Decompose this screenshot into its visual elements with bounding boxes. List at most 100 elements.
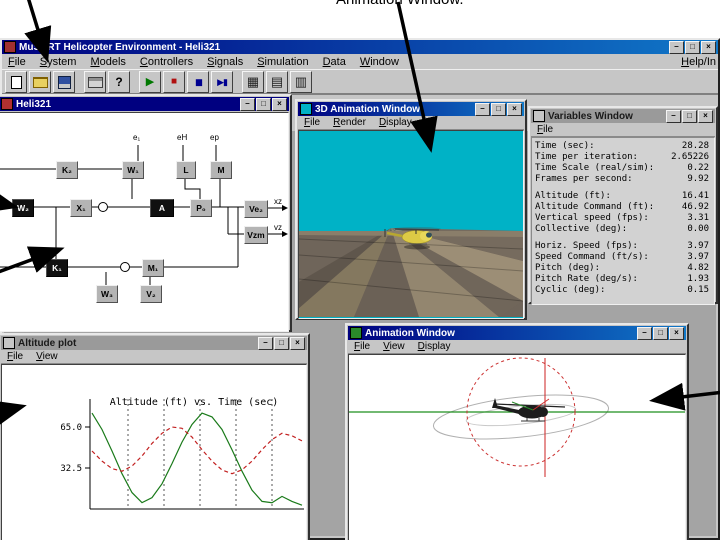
variable-value: 0.00	[687, 224, 709, 234]
block-P0[interactable]: P₀	[190, 199, 212, 217]
heli321-window-icon	[1, 98, 13, 110]
variable-row: Frames per second: 9.92	[532, 174, 714, 185]
grid-view-button[interactable]: ▤	[266, 71, 288, 93]
minimize-button[interactable]: –	[475, 102, 490, 116]
open-folder-button[interactable]	[29, 71, 51, 93]
main-toolbar: ? ▶ ■ ▮▮ ▶▮ ▦ ▤ ▥	[2, 69, 718, 94]
menu-signals[interactable]: Signals	[207, 56, 243, 68]
block-V2[interactable]: V₂	[140, 285, 162, 303]
maximize-button[interactable]: □	[685, 40, 700, 54]
variable-value: 16.41	[681, 191, 709, 201]
maximize-button[interactable]: □	[491, 102, 506, 116]
menu-data[interactable]: Data	[323, 56, 346, 68]
variable-row: Altitude (ft): 16.41	[532, 191, 714, 202]
menu-file[interactable]: File	[354, 341, 370, 352]
maximize-button[interactable]: □	[682, 109, 697, 123]
variable-row: Vertical speed (fps): 3.31	[532, 213, 714, 224]
menu-controllers[interactable]: Controllers	[140, 56, 193, 68]
minimize-button[interactable]: –	[637, 326, 652, 340]
variable-label: Altitude Command (ft):	[535, 202, 655, 212]
menu-models[interactable]: Models	[90, 56, 125, 68]
stop-button[interactable]: ■	[163, 71, 185, 93]
new-file-button[interactable]	[5, 71, 27, 93]
variable-value: 3.97	[687, 252, 709, 262]
animation-menubar: File View Display	[348, 340, 686, 354]
minimize-button[interactable]: –	[666, 109, 681, 123]
block-K1[interactable]: K₁	[46, 259, 68, 277]
menu-file[interactable]: File	[537, 124, 553, 135]
menu-file[interactable]: File	[304, 117, 320, 128]
variable-value: 4.82	[687, 263, 709, 273]
block-W1[interactable]: W₁	[122, 161, 144, 179]
block-Ve2[interactable]: Ve₂	[244, 200, 268, 218]
menu-system[interactable]: System	[40, 56, 77, 68]
3d-view-canvas[interactable]	[298, 130, 524, 319]
print-button[interactable]	[84, 71, 106, 93]
open-folder-icon	[32, 76, 48, 88]
menu-view[interactable]: View	[36, 351, 58, 362]
variable-label: Pitch (deg):	[535, 263, 601, 273]
altitude-plot-titlebar[interactable]: Altitude plot – □ ×	[1, 336, 307, 350]
heli-diagram-canvas[interactable]: e₁ eH ep K₂ W₁ L M W₂ X₁ A P₀ Ve₂ Vzm K₁…	[0, 112, 289, 332]
minimize-button[interactable]: –	[240, 97, 255, 111]
3d-animation-titlebar[interactable]: 3D Animation Window – □ ×	[298, 102, 524, 116]
animation-view-canvas[interactable]	[348, 354, 686, 540]
minimize-button[interactable]: –	[258, 336, 273, 350]
minimize-button[interactable]: –	[669, 40, 684, 54]
maximize-button[interactable]: □	[653, 326, 668, 340]
block-Vzm[interactable]: Vzm	[244, 226, 268, 244]
variables-title: Variables Window	[548, 110, 633, 122]
step-button[interactable]: ▶▮	[211, 71, 233, 93]
block-X1[interactable]: X₁	[70, 199, 92, 217]
menu-display[interactable]: Display	[418, 341, 451, 352]
menu-file[interactable]: File	[7, 351, 23, 362]
table-view-button[interactable]: ▦	[242, 71, 264, 93]
list-view-button[interactable]: ▥	[290, 71, 312, 93]
close-button[interactable]: ×	[701, 40, 716, 54]
run-icon: ▶	[145, 76, 155, 88]
helicopter-side-view	[492, 398, 566, 422]
block-M[interactable]: M	[210, 161, 232, 179]
menu-view[interactable]: View	[383, 341, 405, 352]
animation-window: Animation Window – □ × File View Display	[345, 323, 689, 540]
menu-render[interactable]: Render	[333, 117, 366, 128]
variable-value: 3.31	[687, 213, 709, 223]
close-button[interactable]: ×	[669, 326, 684, 340]
main-titlebar[interactable]: MuSART Helicopter Environment - Heli321 …	[2, 40, 718, 54]
block-W3[interactable]: W₃	[96, 285, 118, 303]
menu-window[interactable]: Window	[360, 56, 399, 68]
close-button[interactable]: ×	[272, 97, 287, 111]
block-A[interactable]: A	[150, 199, 174, 217]
run-button[interactable]: ▶	[139, 71, 161, 93]
animation-titlebar[interactable]: Animation Window – □ ×	[348, 326, 686, 340]
output-label-vz: vz	[274, 223, 282, 232]
variable-row: Time Scale (real/sim): 0.22	[532, 163, 714, 174]
maximize-button[interactable]: □	[256, 97, 271, 111]
variable-row: Collective (deg): 0.00	[532, 224, 714, 235]
block-K2[interactable]: K₂	[56, 161, 78, 179]
variable-label: Pitch Rate (deg/s):	[535, 274, 638, 284]
block-L[interactable]: L	[176, 161, 196, 179]
variable-label: Altitude (ft):	[535, 191, 611, 201]
variables-titlebar[interactable]: Variables Window – □ ×	[531, 109, 715, 123]
block-M1[interactable]: M₁	[142, 259, 164, 277]
variable-row: Pitch (deg): 4.82	[532, 263, 714, 274]
variable-value: 9.92	[687, 174, 709, 184]
maximize-button[interactable]: □	[274, 336, 289, 350]
save-button[interactable]	[53, 71, 75, 93]
close-button[interactable]: ×	[507, 102, 522, 116]
menu-help[interactable]: Help/In	[681, 56, 716, 68]
menu-display[interactable]: Display	[379, 117, 412, 128]
3d-animation-menubar: File Render Display	[298, 116, 524, 130]
close-button[interactable]: ×	[290, 336, 305, 350]
help-icon: ?	[115, 75, 123, 89]
close-button[interactable]: ×	[698, 109, 713, 123]
heli321-titlebar[interactable]: Heli321 – □ ×	[0, 97, 289, 111]
table-view-icon: ▦	[246, 74, 260, 89]
block-W2[interactable]: W₂	[12, 199, 34, 217]
menu-file[interactable]: File	[8, 56, 26, 68]
menu-simulation[interactable]: Simulation	[257, 56, 308, 68]
screen: Animation Window. MuSART Helicopter Envi…	[0, 0, 720, 540]
help-button[interactable]: ?	[108, 71, 130, 93]
pause-button[interactable]: ▮▮	[187, 71, 209, 93]
